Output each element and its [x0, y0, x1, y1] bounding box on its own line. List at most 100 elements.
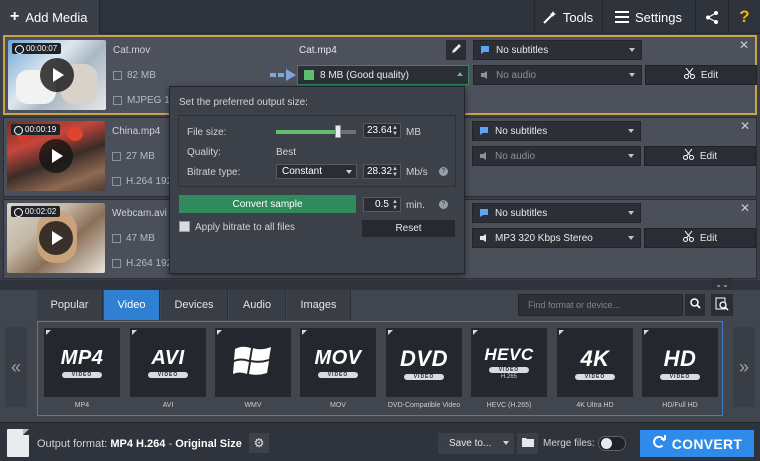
close-icon[interactable]: ✕ — [740, 201, 750, 215]
tab-popular[interactable]: Popular — [37, 290, 103, 320]
format-search-input[interactable]: Find format or device... — [518, 294, 683, 316]
output-settings-button[interactable]: ⚙ — [249, 433, 269, 453]
bottom-bar: Output format: MP4 H.264 - Original Size… — [0, 422, 760, 461]
scroll-left-button[interactable]: « — [5, 327, 27, 407]
format-logo: DVD — [400, 345, 448, 371]
add-media-button[interactable]: + Add Media — [0, 0, 100, 34]
edit-button[interactable]: Edit — [644, 146, 756, 166]
format-logo: HEVC — [484, 345, 534, 364]
format-logo: MOV — [314, 347, 362, 369]
audio-dropdown[interactable]: No audio — [473, 65, 642, 85]
toggle-knob — [601, 438, 612, 449]
subtitles-dropdown[interactable]: No subtitles — [472, 203, 641, 223]
search-button[interactable] — [685, 294, 705, 316]
settings-button[interactable]: Settings — [602, 0, 694, 34]
audio-dropdown[interactable]: No audio — [472, 146, 641, 166]
bitrate-type-select[interactable]: Constant — [276, 164, 357, 179]
format-caption: 4K Ultra HD — [576, 402, 614, 409]
help-button[interactable]: ? — [728, 0, 760, 34]
chevron-down-icon — [503, 441, 509, 445]
format-logo: MP4 — [60, 347, 104, 369]
sample-length-input[interactable]: 0.5 ▲ ▼ — [363, 197, 401, 212]
format-item-hd[interactable]: HD VIDEO HD/Full HD — [642, 328, 718, 412]
play-icon[interactable] — [40, 58, 74, 92]
edit-button[interactable]: Edit — [645, 65, 757, 85]
reset-button[interactable]: Reset — [362, 220, 455, 237]
close-icon[interactable]: ✕ — [740, 119, 750, 133]
format-grid: MP4 VIDEO MP4 AVI VIDEO AVI WMV MOV VIDE… — [37, 321, 723, 416]
stepper-arrows-icon[interactable]: ▲ ▼ — [392, 199, 398, 211]
share-button[interactable] — [695, 0, 727, 34]
slider-handle[interactable] — [335, 125, 341, 138]
share-icon — [705, 10, 718, 24]
format-logo-extra: H.265 — [500, 374, 517, 380]
subtitles-dropdown[interactable]: No subtitles — [472, 121, 641, 141]
convert-sample-button[interactable]: Convert sample — [179, 195, 356, 213]
format-item-avi[interactable]: AVI VIDEO AVI — [130, 328, 206, 412]
format-item-dvd[interactable]: DVD VIDEO DVD-Compatible Video — [386, 328, 462, 412]
double-chevron-right-icon: » — [738, 356, 749, 377]
tab-images[interactable]: Images — [287, 290, 351, 320]
tab-audio[interactable]: Audio — [229, 290, 286, 320]
format-item-hevc[interactable]: HEVC VIDEO H.265 HEVC (H.265) — [471, 328, 547, 412]
bitrate-unit: Mb/s — [406, 167, 428, 178]
format-tile: AVI VIDEO — [130, 328, 206, 397]
subtitles-value: No subtitles — [495, 125, 548, 137]
format-tile: MOV VIDEO — [300, 328, 376, 397]
formats-panel: Popular Video Devices Audio Images Find … — [0, 290, 760, 422]
tools-label: Tools — [562, 9, 594, 25]
format-caption: DVD-Compatible Video — [387, 402, 461, 409]
subtitles-dropdown[interactable]: No subtitles — [473, 40, 642, 60]
format-tile: MP4 VIDEO — [44, 328, 120, 397]
play-icon[interactable] — [39, 221, 73, 255]
pencil-icon — [451, 43, 462, 57]
file-icon — [112, 234, 121, 243]
video-thumbnail[interactable]: 00:02:02 — [7, 203, 105, 273]
format-item-mov[interactable]: MOV VIDEO MOV — [300, 328, 376, 412]
format-item-4k[interactable]: 4K VIDEO 4K Ultra HD — [557, 328, 633, 412]
file-size-value: 23.64 — [367, 125, 393, 136]
scroll-right-button[interactable]: » — [733, 327, 755, 407]
audio-dropdown[interactable]: MP3 320 Kbps Stereo — [472, 228, 641, 248]
close-icon[interactable]: ✕ — [739, 38, 749, 52]
stepper-arrows-icon[interactable]: ▲ ▼ — [392, 166, 398, 178]
convert-button[interactable]: CONVERT — [640, 430, 754, 457]
rename-button[interactable] — [446, 40, 466, 60]
film-icon — [112, 177, 121, 186]
source-file-size-row: 82 MB — [113, 70, 156, 81]
tools-button[interactable]: Tools — [534, 0, 601, 34]
panel-divider — [0, 280, 760, 290]
merge-files-toggle[interactable] — [598, 436, 626, 451]
output-size-dropdown[interactable]: 8 MB (Good quality) — [297, 65, 469, 85]
bitrate-input[interactable]: 28.32 ▲ ▼ — [363, 164, 401, 179]
speaker-icon — [479, 151, 489, 161]
tab-devices[interactable]: Devices — [161, 290, 228, 320]
source-file-size: 47 MB — [126, 233, 155, 244]
format-logo: AVI — [151, 347, 185, 369]
tab-video[interactable]: Video — [104, 290, 160, 320]
file-size-slider[interactable] — [276, 125, 356, 138]
scissors-icon — [683, 67, 695, 82]
question-icon: ? — [739, 7, 750, 26]
edit-button[interactable]: Edit — [644, 228, 756, 248]
collapse-panel-button[interactable]: ⌄⌄ — [712, 279, 732, 290]
help-icon[interactable]: ? — [439, 167, 448, 176]
file-size-input[interactable]: 23.64 ▲ ▼ — [363, 123, 401, 138]
play-icon[interactable] — [39, 139, 73, 173]
apply-all-checkbox[interactable] — [179, 221, 190, 232]
output-file-name[interactable]: Cat.mp4 — [299, 45, 337, 56]
video-thumbnail[interactable]: 00:00:07 — [8, 40, 106, 110]
video-thumbnail[interactable]: 00:00:19 — [7, 121, 105, 191]
file-icon — [113, 71, 122, 80]
format-logo: HD — [663, 345, 697, 371]
stepper-arrows-icon[interactable]: ▲ ▼ — [392, 125, 398, 137]
convert-label: CONVERT — [671, 435, 743, 452]
open-folder-button[interactable] — [517, 433, 538, 454]
file-size-label: File size: — [187, 127, 227, 138]
detect-device-button[interactable] — [711, 294, 733, 316]
double-chevron-down-icon: ⌄⌄ — [715, 280, 729, 289]
format-item-mp4[interactable]: MP4 VIDEO MP4 — [44, 328, 120, 412]
format-item-wmv[interactable]: WMV — [215, 328, 291, 412]
help-icon[interactable]: ? — [439, 200, 448, 209]
save-to-dropdown[interactable]: Save to... — [438, 433, 514, 454]
